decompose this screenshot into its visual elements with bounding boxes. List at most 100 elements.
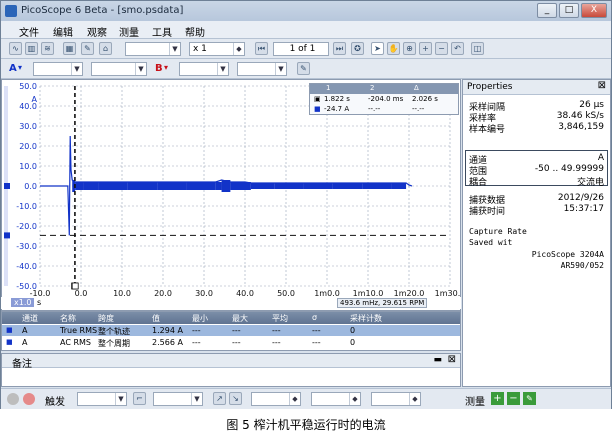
menu-edit[interactable]: 编辑 <box>53 24 73 39</box>
table-cell: 整个周期 <box>98 339 130 348</box>
figure-caption: 图 5 榨汁机平稳运行时的电流 <box>226 418 386 432</box>
probe-icon[interactable]: ✎ <box>81 42 94 55</box>
table-cell: --- <box>192 326 201 335</box>
table-cell: 0 <box>350 326 356 335</box>
table-cell: 0 <box>350 338 356 347</box>
table-cell: --- <box>312 326 321 335</box>
signal-band <box>186 182 216 190</box>
persistence-icon[interactable]: ≋ <box>41 42 54 55</box>
properties-close-icon[interactable]: ⊠ <box>598 80 606 91</box>
y-tick-label: 30.0 <box>19 122 37 131</box>
table-row[interactable]: ■ A True RMS 整个轨迹 1.294 A --- --- --- --… <box>2 325 460 336</box>
navigate-icon[interactable]: ✪ <box>351 42 364 55</box>
menu-help[interactable]: 帮助 <box>185 24 205 39</box>
spectrum-mode-icon[interactable]: ▥ <box>25 42 38 55</box>
measurements-table: 通道 名称 跨度 值 最小 最大 平均 σ 采样计数 ■ A True RMS … <box>1 311 461 351</box>
prop-value: 15:37:17 <box>563 204 604 214</box>
zoom-overview-icon[interactable]: ◫ <box>471 42 484 55</box>
add-measurement-icon[interactable]: + <box>491 392 504 405</box>
zoom-out-icon[interactable]: − <box>435 42 448 55</box>
ruler-row1-c3: 2.026 s <box>412 95 438 103</box>
prop-value: 26 μs <box>579 100 604 110</box>
channel-options-icon[interactable]: ✎ <box>297 62 310 75</box>
channel-b-range-select[interactable]: ▼ <box>179 62 229 76</box>
main-toolbar: ∿ ▥ ≋ ▦ ✎ ⌂ ▼ x 1 ◆ ⏮ 1 of 1 ⏭ ✪ ➤ ✋ ⊕ + … <box>1 39 611 59</box>
hand-tool-icon[interactable]: ✋ <box>387 42 400 55</box>
signal-band <box>127 182 158 190</box>
ruler-row2-c3: --.-- <box>412 105 425 113</box>
close-button[interactable]: X <box>581 3 607 18</box>
signal-band <box>391 183 407 189</box>
trigger-pre-field[interactable]: ◆ <box>311 392 361 406</box>
channel-a-coupling-select[interactable]: ▼ <box>91 62 147 76</box>
menu-file[interactable]: 文件 <box>19 24 39 39</box>
y-tick-label: -10.0 <box>16 202 37 211</box>
next-page-icon[interactable]: ⏭ <box>333 42 346 55</box>
prop-label: 捕获时间 <box>469 207 506 217</box>
col-name: 名称 <box>60 314 76 323</box>
zero-marker <box>4 183 10 189</box>
menu-tools[interactable]: 工具 <box>152 24 172 39</box>
channels-icon[interactable]: ▦ <box>63 42 76 55</box>
trigger-threshold-field[interactable]: ◆ <box>251 392 301 406</box>
remove-measurement-icon[interactable]: − <box>507 392 520 405</box>
multiplier-select[interactable]: x 1 ◆ <box>189 42 245 56</box>
pointer-tool-icon[interactable]: ➤ <box>371 42 384 55</box>
table-cell: --- <box>232 338 241 347</box>
channel-a-label: A <box>9 63 17 74</box>
table-row[interactable]: ■ A AC RMS 整个周期 2.566 A --- --- --- --- … <box>2 337 460 348</box>
saved-with-label: Saved wit <box>469 238 513 247</box>
zoom-in-icon[interactable]: + <box>419 42 432 55</box>
signal-band <box>75 182 84 190</box>
trigger-mode-select[interactable]: ▼ <box>77 392 127 406</box>
menu-measure[interactable]: 测量 <box>119 24 139 39</box>
table-cell: A <box>22 326 28 335</box>
falling-edge-icon[interactable]: ↘ <box>229 392 242 405</box>
row-marker-icon: ■ <box>6 338 13 346</box>
channel-a-range-select[interactable]: ▼ <box>33 62 83 76</box>
amplitude-cursor-handle <box>4 232 10 239</box>
zoom-area-icon[interactable]: ⊕ <box>403 42 416 55</box>
table-cell: 1.294 A <box>152 326 183 335</box>
notes-title: 备注 <box>12 359 32 370</box>
page-label: 1 of 1 <box>289 44 316 54</box>
notes-panel: 备注 ▬ ⊠ <box>1 353 461 387</box>
notes-text-area[interactable] <box>6 370 456 384</box>
signal-band <box>215 182 222 190</box>
notes-minimize-icon[interactable]: ▬ <box>433 355 442 365</box>
maximize-button[interactable]: □ <box>559 3 579 18</box>
table-cell: 整个轨迹 <box>98 327 130 336</box>
first-page-icon[interactable]: ⏮ <box>255 42 268 55</box>
trigger-source-select[interactable]: ▼ <box>153 392 203 406</box>
rising-edge-icon[interactable]: ↗ <box>213 392 226 405</box>
trigger-edge-icon[interactable]: ⌐ <box>133 392 146 405</box>
picoscope-window: PicoScope 6 Beta - [smo.psdata] _ □ X 文件… <box>0 0 612 409</box>
channel-b-coupling-select[interactable]: ▼ <box>237 62 287 76</box>
channel-b-label: B <box>155 63 163 74</box>
scope-mode-icon[interactable]: ∿ <box>9 42 22 55</box>
stop-button-icon[interactable] <box>23 393 35 405</box>
start-button-icon[interactable] <box>7 393 19 405</box>
table-cell: --- <box>232 326 241 335</box>
table-cell: AC RMS <box>60 338 91 347</box>
table-cell: --- <box>312 338 321 347</box>
timebase-select[interactable]: ▼ <box>125 42 181 56</box>
ruler-table: 1 2 Δ ▣ 1.822 s -204.0 ms 2.026 s ■ -24.… <box>309 83 459 115</box>
home-icon[interactable]: ⌂ <box>99 42 112 55</box>
minimize-button[interactable]: _ <box>537 3 557 18</box>
row-marker-icon: ■ <box>6 326 13 334</box>
device-model: PicoScope 3204A <box>531 250 604 259</box>
edit-measurement-icon[interactable]: ✎ <box>523 392 536 405</box>
multiplier-value: x 1 <box>193 44 207 54</box>
properties-panel: Properties ⊠ 采样间隔 26 μs 采样率 38.46 kS/s 样… <box>462 79 611 387</box>
bottom-toolbar: 触发 ▼ ⌐ ▼ ↗ ↘ ◆ ◆ ◆ 测量 + − ✎ <box>1 388 611 409</box>
zoom-factor-label: x1.0 <box>11 298 35 307</box>
trigger-delay-field[interactable]: ◆ <box>371 392 421 406</box>
notes-close-icon[interactable]: ⊠ <box>448 354 456 365</box>
prop-value: 3,846,159 <box>558 122 604 132</box>
menu-view[interactable]: 观察 <box>87 24 107 39</box>
table-cell: --- <box>272 326 281 335</box>
ruler-row1-c1: 1.822 s <box>324 95 350 103</box>
prop-label: 样本编号 <box>469 125 506 135</box>
undo-zoom-icon[interactable]: ↶ <box>451 42 464 55</box>
